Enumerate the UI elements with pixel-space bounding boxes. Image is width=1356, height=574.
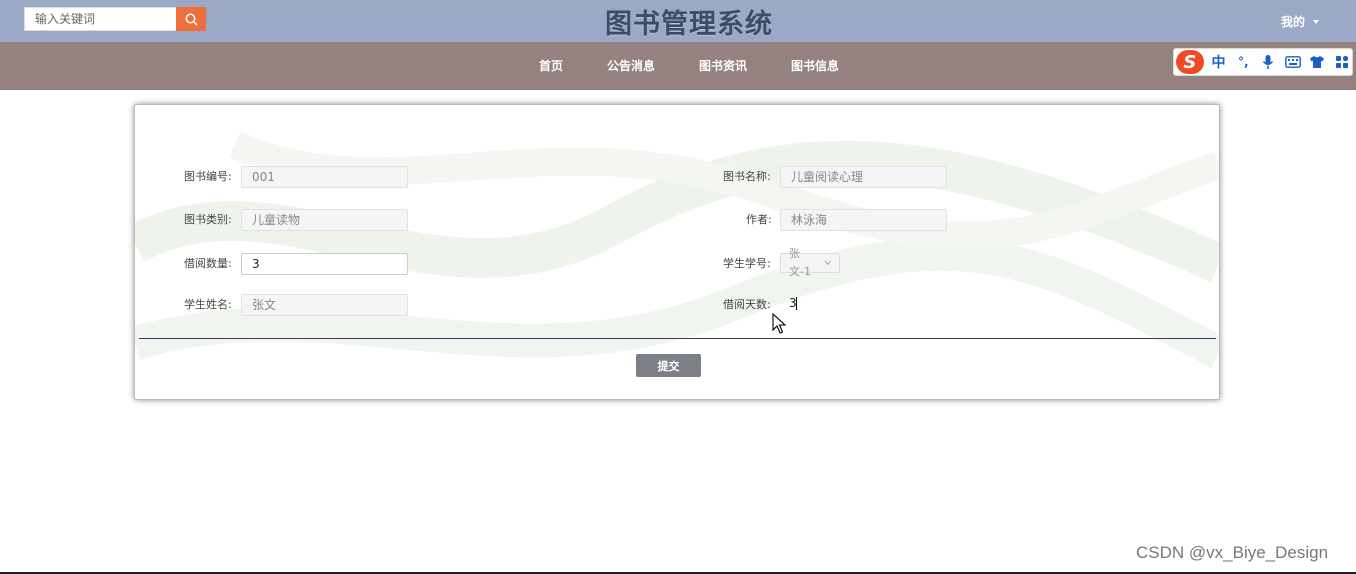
nav-item-home[interactable]: 首页 (517, 42, 585, 90)
user-menu[interactable]: 我的 (1281, 13, 1320, 30)
top-header: 图书管理系统 我的 (0, 0, 1356, 42)
student-no-label: 学生学号: (723, 257, 771, 270)
site-title: 图书管理系统 (605, 9, 773, 40)
ime-punctuation-toggle[interactable]: °, (1233, 52, 1253, 72)
book-name-label: 图书名称: (723, 170, 771, 183)
book-no-field[interactable]: 001 (241, 166, 408, 188)
shirt-icon[interactable] (1308, 52, 1328, 72)
borrow-days-label: 借阅天数: (723, 298, 771, 311)
ime-mode-toggle[interactable]: 中 (1209, 52, 1229, 72)
book-name-field[interactable]: 儿童阅读心理 (780, 166, 947, 188)
author-field[interactable]: 林泳海 (780, 209, 947, 231)
caret-down-icon (1313, 19, 1320, 24)
sogou-logo-icon[interactable]: S (1176, 50, 1204, 74)
grid-icon[interactable] (1332, 52, 1352, 72)
book-no-label: 图书编号: (184, 170, 232, 183)
ime-toolbar: S 中 °, (1173, 48, 1353, 76)
student-name-field[interactable]: 张文 (241, 294, 408, 316)
borrow-form-card: 图书编号: 001 图书名称: 儿童阅读心理 图书类别: 儿童读物 作者: 林泳… (134, 104, 1220, 400)
student-no-value: 张文-1 (789, 247, 811, 278)
form-divider (139, 338, 1216, 339)
book-category-field[interactable]: 儿童读物 (241, 209, 408, 231)
microphone-icon[interactable] (1258, 52, 1278, 72)
submit-button[interactable]: 提交 (636, 354, 701, 377)
student-name-label: 学生姓名: (184, 298, 232, 311)
nav-item-book-news[interactable]: 图书资讯 (677, 42, 769, 90)
borrow-count-label: 借阅数量: (184, 257, 232, 270)
watermark: CSDN @vx_Biye_Design (1136, 543, 1329, 562)
borrow-count-field[interactable]: 3 (241, 253, 408, 275)
main-nav: 首页 公告消息 图书资讯 图书信息 (0, 42, 1356, 90)
author-label: 作者: (746, 213, 772, 226)
text-caret (796, 297, 797, 310)
student-no-select[interactable]: 张文-1 (780, 247, 840, 278)
keyboard-icon[interactable] (1283, 52, 1303, 72)
mouse-cursor-icon (772, 313, 786, 334)
nav-item-announcements[interactable]: 公告消息 (585, 42, 677, 90)
book-category-label: 图书类别: (184, 213, 232, 226)
nav-item-book-info[interactable]: 图书信息 (769, 42, 861, 90)
user-menu-label: 我的 (1281, 15, 1306, 29)
chevron-down-icon (824, 260, 831, 266)
